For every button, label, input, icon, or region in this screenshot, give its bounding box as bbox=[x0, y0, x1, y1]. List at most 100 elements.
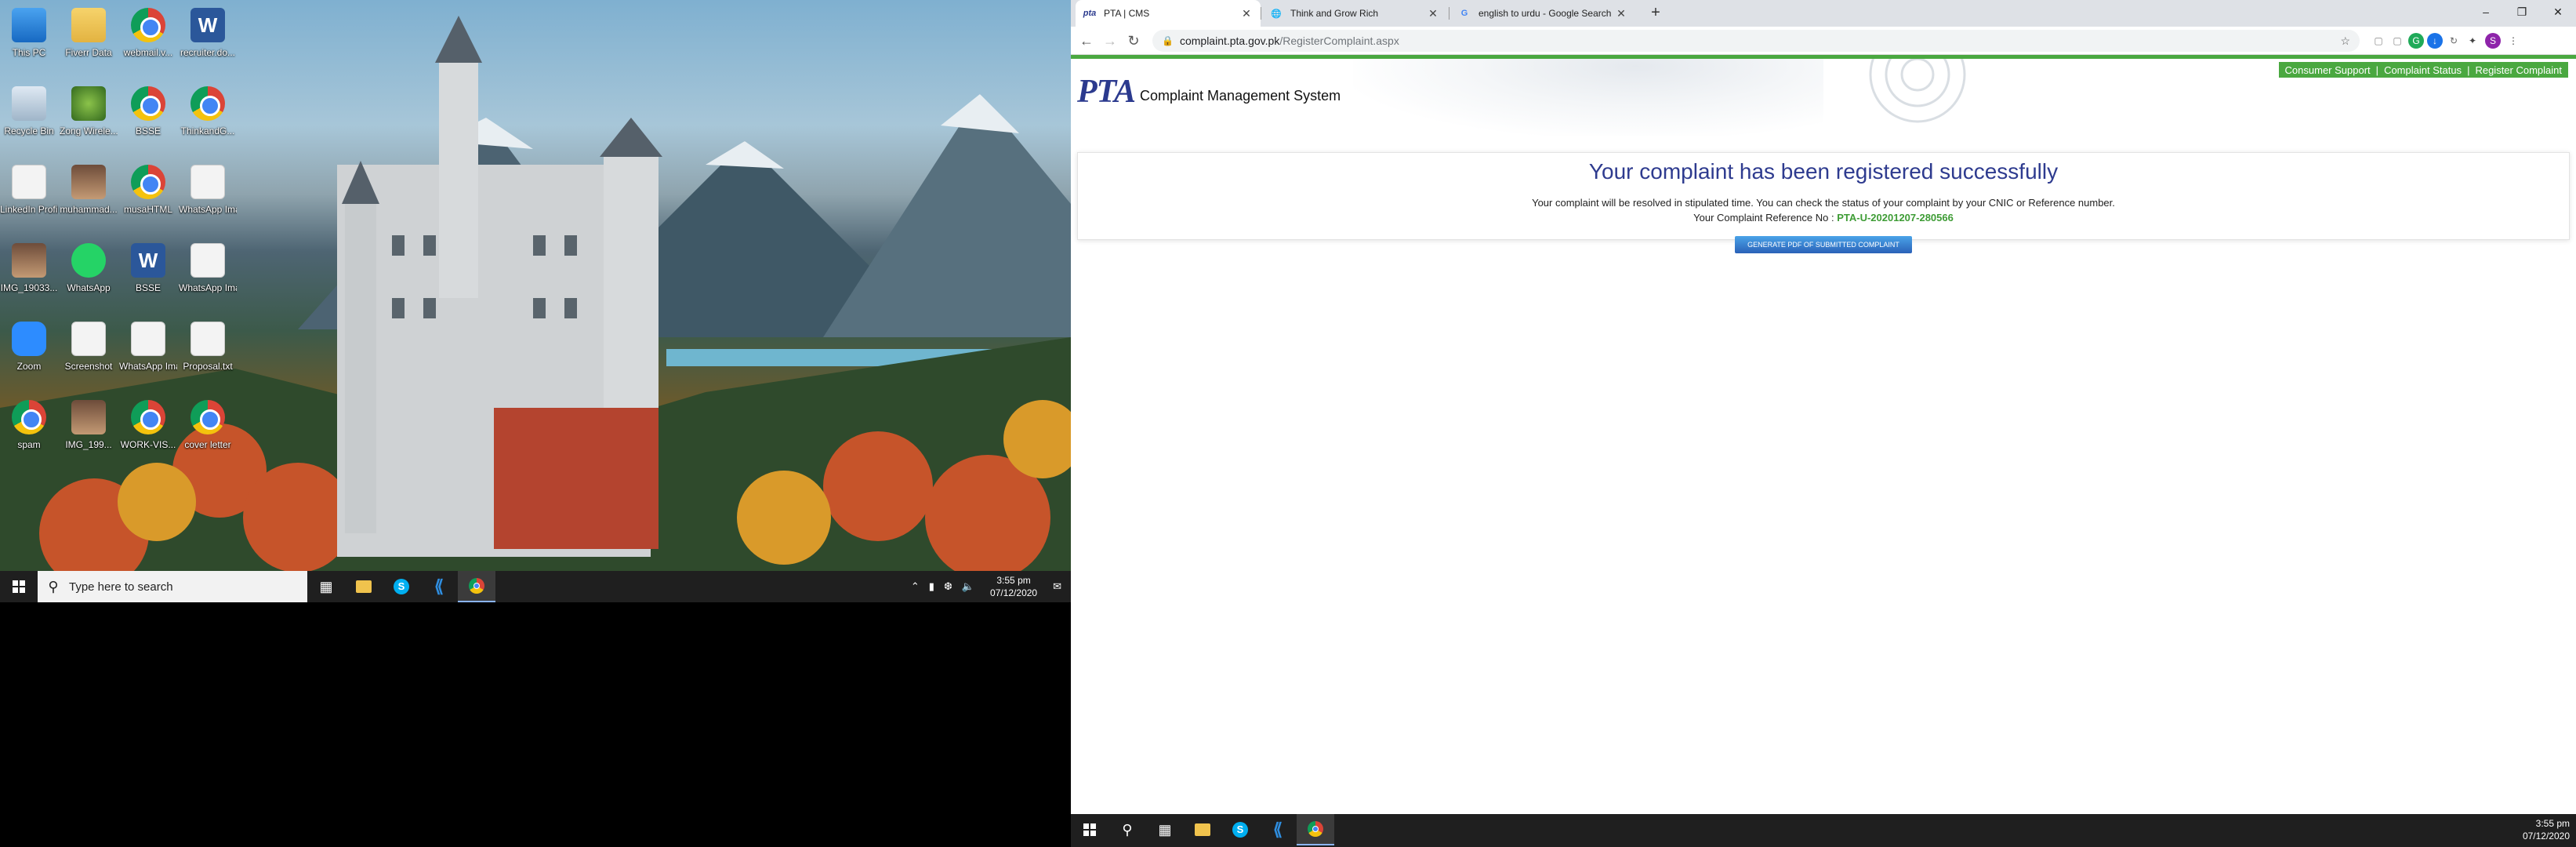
desktop-shortcut[interactable]: musaHTML bbox=[119, 157, 177, 235]
desktop-shortcut[interactable]: muhammad... bbox=[60, 157, 118, 235]
top-nav: Consumer Support | Complaint Status | Re… bbox=[2278, 62, 2568, 78]
taskbar-clock[interactable]: 3:55 pm 07/12/2020 bbox=[2523, 817, 2570, 842]
desktop-shortcut-label: Fiverr Data bbox=[65, 47, 112, 58]
desktop-shortcut[interactable]: spam bbox=[0, 392, 58, 471]
desktop-shortcut-label: BSSE bbox=[135, 125, 161, 136]
generate-pdf-button[interactable]: GENERATE PDF OF SUBMITTED COMPLAINT bbox=[1735, 236, 1912, 253]
bookmark-star-icon[interactable]: ☆ bbox=[2340, 35, 2350, 48]
url-host: complaint.pta.gov.pk bbox=[1179, 35, 1280, 47]
chrome-icon bbox=[131, 8, 165, 42]
file-icon bbox=[71, 322, 106, 356]
close-tab-icon[interactable]: ✕ bbox=[1427, 7, 1439, 20]
chrome-taskbar-icon[interactable] bbox=[1297, 814, 1334, 845]
desktop-shortcut[interactable]: IMG_19033... bbox=[0, 235, 58, 314]
puzzle-extensions-icon[interactable]: ✦ bbox=[2465, 33, 2480, 49]
reference-number: PTA-U-20201207-280566 bbox=[1837, 212, 1954, 224]
desktop-shortcut[interactable]: Recycle Bin bbox=[0, 78, 58, 157]
file-icon bbox=[131, 322, 165, 356]
download-extension-icon[interactable]: ↓ bbox=[2427, 33, 2443, 49]
photo-icon bbox=[71, 165, 106, 199]
volume-icon[interactable]: 🔈 bbox=[962, 580, 974, 593]
windows-start-button[interactable] bbox=[1071, 814, 1108, 845]
desktop-shortcut[interactable]: ThinkandG... bbox=[179, 78, 237, 157]
vscode-icon[interactable]: ⟪ bbox=[1259, 814, 1297, 845]
desktop-shortcut[interactable]: Zong Wirele... bbox=[60, 78, 118, 157]
taskbar-search-box[interactable]: ⚲ Type here to search bbox=[38, 571, 307, 602]
clock-date: 07/12/2020 bbox=[990, 587, 1038, 598]
reload-icon[interactable]: ↻ bbox=[1124, 31, 1143, 50]
task-view-icon[interactable]: ▦ bbox=[1146, 814, 1184, 845]
profile-avatar[interactable]: S bbox=[2485, 33, 2501, 49]
extension-placeholder-icon[interactable]: ▢ bbox=[2389, 33, 2405, 49]
desktop-shortcut[interactable]: WhatsApp Image 2019... bbox=[179, 235, 237, 314]
task-view-icon[interactable]: ▦ bbox=[307, 571, 345, 602]
file-explorer-icon[interactable] bbox=[345, 571, 383, 602]
battery-icon[interactable]: ▮ bbox=[929, 580, 934, 593]
desktop-shortcut[interactable]: LinkedIn Profile bbox=[0, 157, 58, 235]
desktop-shortcut[interactable]: W BSSE bbox=[119, 235, 177, 314]
header-decoration bbox=[1353, 59, 1823, 136]
tab-think-and-grow-rich[interactable]: 🌐 Think and Grow Rich ✕ bbox=[1262, 0, 1447, 27]
vscode-icon[interactable]: ⟪ bbox=[420, 571, 458, 602]
desktop-shortcut[interactable]: This PC bbox=[0, 0, 58, 78]
system-name: Complaint Management System bbox=[1140, 87, 1341, 104]
desktop-shortcut[interactable]: cover letter bbox=[179, 392, 237, 471]
new-tab-button[interactable]: + bbox=[1646, 4, 1665, 23]
desktop-shortcut-label: musaHTML bbox=[123, 204, 172, 215]
desktop-shortcut[interactable]: Screenshot bbox=[60, 314, 118, 392]
logo-text: PTA bbox=[1077, 74, 1136, 110]
search-icon[interactable]: ⚲ bbox=[1108, 814, 1146, 845]
nav-complaint-status[interactable]: Complaint Status bbox=[2384, 64, 2462, 76]
desktop-shortcut[interactable]: WhatsApp Image 2019... bbox=[119, 314, 177, 392]
back-arrow-icon[interactable]: ← bbox=[1077, 31, 1096, 50]
chrome-taskbar-icon[interactable] bbox=[458, 571, 495, 602]
restore-button[interactable]: ❐ bbox=[2504, 0, 2540, 24]
desktop-shortcut[interactable]: Wrecruiter.do... bbox=[179, 0, 237, 78]
address-bar[interactable]: 🔒 complaint.pta.gov.pk/RegisterComplaint… bbox=[1152, 30, 2360, 52]
desktop-shortcut[interactable]: Fiverr Data bbox=[60, 0, 118, 78]
left-monitor: This PC Fiverr Data webmail.v... Wrecruiter… bbox=[0, 0, 1071, 602]
word-icon: W bbox=[190, 8, 225, 42]
taskbar-clock[interactable]: 3:55 pm 07/12/2020 bbox=[990, 574, 1037, 599]
forward-arrow-icon[interactable]: → bbox=[1101, 31, 1119, 50]
globe-icon: 🌐 bbox=[1271, 9, 1282, 19]
close-tab-icon[interactable]: ✕ bbox=[1615, 7, 1627, 20]
grammarly-extension-icon[interactable]: G bbox=[2408, 33, 2424, 49]
desktop-shortcut[interactable]: WhatsApp Image 2020... bbox=[179, 157, 237, 235]
tab-pta-cms[interactable]: pta PTA | CMS ✕ bbox=[1076, 0, 1261, 27]
kebab-menu-icon[interactable]: ⋮ bbox=[2505, 33, 2521, 49]
search-icon: ⚲ bbox=[48, 578, 59, 594]
wifi-icon[interactable]: ❆ bbox=[944, 580, 952, 593]
nav-register-complaint[interactable]: Register Complaint bbox=[2475, 64, 2562, 76]
tab-google-search[interactable]: G english to urdu - Google Search ✕ bbox=[1450, 0, 1635, 27]
desktop-shortcut-label: WORK-VIS... bbox=[120, 439, 176, 450]
windows-start-button[interactable] bbox=[0, 571, 38, 602]
desktop-shortcut[interactable]: webmail.v... bbox=[119, 0, 177, 78]
skype-icon[interactable]: S bbox=[1221, 814, 1259, 845]
desktop-shortcut[interactable]: IMG_199... bbox=[60, 392, 118, 471]
desktop-shortcut-label: WhatsApp Image 2019... bbox=[179, 282, 237, 293]
notification-icon[interactable]: ✉ bbox=[1053, 580, 1061, 593]
close-window-button[interactable]: ✕ bbox=[2540, 0, 2576, 24]
skype-icon[interactable]: S bbox=[383, 571, 420, 602]
desktop-shortcut-label: Recycle Bin bbox=[4, 125, 54, 136]
minimize-button[interactable]: – bbox=[2468, 0, 2504, 24]
desktop-shortcut-label: Proposal.txt bbox=[183, 361, 233, 372]
lock-icon[interactable]: 🔒 bbox=[1162, 35, 1174, 46]
chrome-icon bbox=[131, 165, 165, 199]
file-explorer-icon[interactable] bbox=[1184, 814, 1221, 845]
pta-logo[interactable]: PTA Complaint Management System bbox=[1077, 73, 1341, 111]
nav-consumer-support[interactable]: Consumer Support bbox=[2285, 64, 2371, 76]
desktop-shortcut-label: spam bbox=[17, 439, 41, 450]
chevron-up-icon[interactable]: ⌃ bbox=[911, 580, 920, 593]
extension-placeholder-icon[interactable]: ▢ bbox=[2371, 33, 2386, 49]
tab-title: english to urdu - Google Search bbox=[1478, 8, 1612, 19]
desktop-shortcut[interactable]: Proposal.txt bbox=[179, 314, 237, 392]
desktop-shortcut[interactable]: WORK-VIS... bbox=[119, 392, 177, 471]
desktop-shortcut[interactable]: WhatsApp bbox=[60, 235, 118, 314]
desktop-shortcut[interactable]: Zoom bbox=[0, 314, 58, 392]
system-tray: ⌃ ▮ ❆ 🔈 3:55 pm 07/12/2020 ✉ bbox=[906, 571, 1071, 602]
desktop-shortcut[interactable]: BSSE bbox=[119, 78, 177, 157]
close-tab-icon[interactable]: ✕ bbox=[1240, 7, 1253, 20]
refresh-extension-icon[interactable]: ↻ bbox=[2446, 33, 2462, 49]
